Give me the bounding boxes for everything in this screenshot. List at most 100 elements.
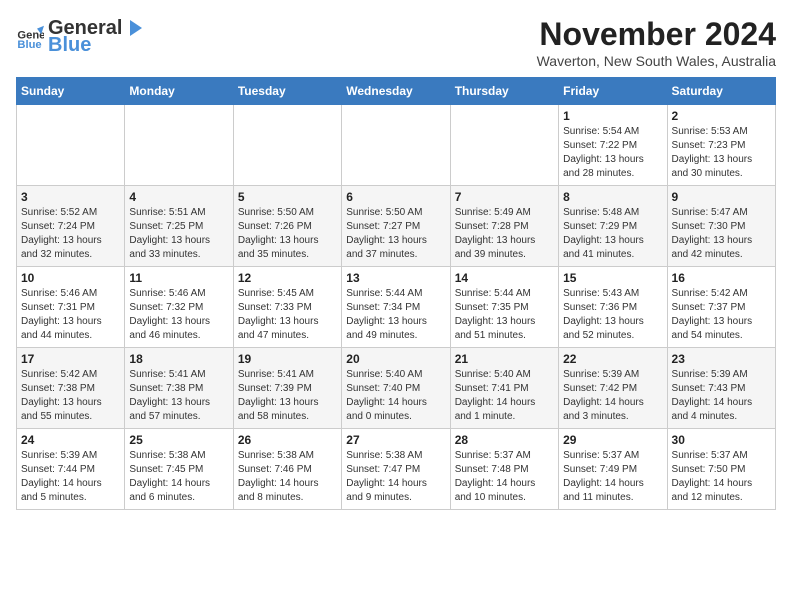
day-number: 25 [129,433,228,447]
day-info: Sunrise: 5:42 AM Sunset: 7:37 PM Dayligh… [672,287,771,343]
calendar-cell: 28 Sunrise: 5:37 AM Sunset: 7:48 PM Dayli… [450,429,558,510]
calendar-cell: 21 Sunrise: 5:40 AM Sunset: 7:41 PM Dayli… [450,348,558,429]
calendar-week-row: 24Sunrise: 5:39 AM Sunset: 7:44 PM Dayli… [17,429,776,510]
day-info: Sunrise: 5:43 AM Sunset: 7:36 PM Dayligh… [563,287,662,343]
day-info: Sunrise: 5:37 AM Sunset: 7:49 PM Dayligh… [563,449,662,505]
day-number: 2 [672,109,771,123]
day-info: Sunrise: 5:41 AM Sunset: 7:39 PM Dayligh… [238,368,337,424]
day-number: 7 [455,190,554,204]
day-of-week-header: Wednesday [342,78,450,105]
calendar-header-row: SundayMondayTuesdayWednesdayThursdayFrid… [17,78,776,105]
calendar-cell: 14 Sunrise: 5:44 AM Sunset: 7:35 PM Dayli… [450,267,558,348]
day-info: Sunrise: 5:37 AM Sunset: 7:48 PM Dayligh… [455,449,554,505]
calendar-cell: 29 Sunrise: 5:37 AM Sunset: 7:49 PM Dayli… [559,429,667,510]
calendar-cell: 24Sunrise: 5:39 AM Sunset: 7:44 PM Dayli… [17,429,125,510]
calendar-week-row: 3Sunrise: 5:52 AM Sunset: 7:24 PM Daylig… [17,186,776,267]
calendar-cell: 1 Sunrise: 5:54 AM Sunset: 7:22 PM Daylig… [559,105,667,186]
day-number: 26 [238,433,337,447]
calendar-cell: 22Sunrise: 5:39 AM Sunset: 7:42 PM Dayli… [559,348,667,429]
calendar-cell [450,105,558,186]
day-number: 4 [129,190,228,204]
day-number: 18 [129,352,228,366]
day-number: 22 [563,352,662,366]
day-info: Sunrise: 5:51 AM Sunset: 7:25 PM Dayligh… [129,206,228,262]
calendar-cell: 19 Sunrise: 5:41 AM Sunset: 7:39 PM Dayli… [233,348,341,429]
calendar-cell: 23 Sunrise: 5:39 AM Sunset: 7:43 PM Dayli… [667,348,775,429]
calendar-cell: 9 Sunrise: 5:47 AM Sunset: 7:30 PM Daylig… [667,186,775,267]
day-info: Sunrise: 5:39 AM Sunset: 7:43 PM Dayligh… [672,368,771,424]
day-info: Sunrise: 5:38 AM Sunset: 7:47 PM Dayligh… [346,449,445,505]
calendar-cell: 26 Sunrise: 5:38 AM Sunset: 7:46 PM Dayli… [233,429,341,510]
day-info: Sunrise: 5:50 AM Sunset: 7:26 PM Dayligh… [238,206,337,262]
day-number: 27 [346,433,445,447]
day-number: 23 [672,352,771,366]
day-number: 20 [346,352,445,366]
calendar-cell: 7 Sunrise: 5:49 AM Sunset: 7:28 PM Daylig… [450,186,558,267]
calendar-cell: 4 Sunrise: 5:51 AM Sunset: 7:25 PM Daylig… [125,186,233,267]
calendar-cell: 16 Sunrise: 5:42 AM Sunset: 7:37 PM Dayli… [667,267,775,348]
day-number: 14 [455,271,554,285]
day-number: 13 [346,271,445,285]
day-number: 12 [238,271,337,285]
calendar-cell: 25 Sunrise: 5:38 AM Sunset: 7:45 PM Dayli… [125,429,233,510]
day-info: Sunrise: 5:54 AM Sunset: 7:22 PM Dayligh… [563,125,662,181]
day-info: Sunrise: 5:40 AM Sunset: 7:40 PM Dayligh… [346,368,445,424]
day-of-week-header: Friday [559,78,667,105]
calendar-cell: 12Sunrise: 5:45 AM Sunset: 7:33 PM Dayli… [233,267,341,348]
logo-arrow-icon [122,16,146,40]
calendar-cell: 17Sunrise: 5:42 AM Sunset: 7:38 PM Dayli… [17,348,125,429]
calendar-cell: 18 Sunrise: 5:41 AM Sunset: 7:38 PM Dayli… [125,348,233,429]
day-number: 9 [672,190,771,204]
day-info: Sunrise: 5:40 AM Sunset: 7:41 PM Dayligh… [455,368,554,424]
day-info: Sunrise: 5:46 AM Sunset: 7:32 PM Dayligh… [129,287,228,343]
calendar-cell: 30 Sunrise: 5:37 AM Sunset: 7:50 PM Dayli… [667,429,775,510]
day-number: 15 [563,271,662,285]
day-number: 6 [346,190,445,204]
day-of-week-header: Sunday [17,78,125,105]
day-info: Sunrise: 5:46 AM Sunset: 7:31 PM Dayligh… [21,287,120,343]
day-number: 5 [238,190,337,204]
day-info: Sunrise: 5:41 AM Sunset: 7:38 PM Dayligh… [129,368,228,424]
calendar-cell: 3Sunrise: 5:52 AM Sunset: 7:24 PM Daylig… [17,186,125,267]
calendar-cell: 11 Sunrise: 5:46 AM Sunset: 7:32 PM Dayli… [125,267,233,348]
calendar-cell [342,105,450,186]
day-number: 1 [563,109,662,123]
calendar-cell: 8Sunrise: 5:48 AM Sunset: 7:29 PM Daylig… [559,186,667,267]
calendar-cell: 5 Sunrise: 5:50 AM Sunset: 7:26 PM Daylig… [233,186,341,267]
svg-text:Blue: Blue [17,39,41,51]
page-title: November 2024 [537,16,776,53]
day-of-week-header: Thursday [450,78,558,105]
day-info: Sunrise: 5:49 AM Sunset: 7:28 PM Dayligh… [455,206,554,262]
calendar-cell [233,105,341,186]
day-info: Sunrise: 5:44 AM Sunset: 7:34 PM Dayligh… [346,287,445,343]
day-number: 29 [563,433,662,447]
day-info: Sunrise: 5:53 AM Sunset: 7:23 PM Dayligh… [672,125,771,181]
day-info: Sunrise: 5:50 AM Sunset: 7:27 PM Dayligh… [346,206,445,262]
logo: General Blue General Blue [16,16,146,57]
calendar-cell: 20 Sunrise: 5:40 AM Sunset: 7:40 PM Dayli… [342,348,450,429]
day-number: 30 [672,433,771,447]
day-number: 10 [21,271,120,285]
day-number: 8 [563,190,662,204]
calendar-cell [17,105,125,186]
day-info: Sunrise: 5:38 AM Sunset: 7:46 PM Dayligh… [238,449,337,505]
calendar-cell: 13 Sunrise: 5:44 AM Sunset: 7:34 PM Dayli… [342,267,450,348]
day-info: Sunrise: 5:47 AM Sunset: 7:30 PM Dayligh… [672,206,771,262]
page-header: General Blue General Blue November 2024 … [16,16,776,69]
calendar-cell: 6 Sunrise: 5:50 AM Sunset: 7:27 PM Daylig… [342,186,450,267]
day-number: 21 [455,352,554,366]
calendar-week-row: 17Sunrise: 5:42 AM Sunset: 7:38 PM Dayli… [17,348,776,429]
calendar-week-row: 1 Sunrise: 5:54 AM Sunset: 7:22 PM Daylig… [17,105,776,186]
day-number: 16 [672,271,771,285]
calendar-week-row: 10 Sunrise: 5:46 AM Sunset: 7:31 PM Dayli… [17,267,776,348]
day-number: 11 [129,271,228,285]
day-of-week-header: Monday [125,78,233,105]
day-info: Sunrise: 5:38 AM Sunset: 7:45 PM Dayligh… [129,449,228,505]
calendar-cell: 2 Sunrise: 5:53 AM Sunset: 7:23 PM Daylig… [667,105,775,186]
day-number: 28 [455,433,554,447]
day-number: 3 [21,190,120,204]
day-info: Sunrise: 5:37 AM Sunset: 7:50 PM Dayligh… [672,449,771,505]
day-info: Sunrise: 5:44 AM Sunset: 7:35 PM Dayligh… [455,287,554,343]
day-number: 17 [21,352,120,366]
day-number: 19 [238,352,337,366]
